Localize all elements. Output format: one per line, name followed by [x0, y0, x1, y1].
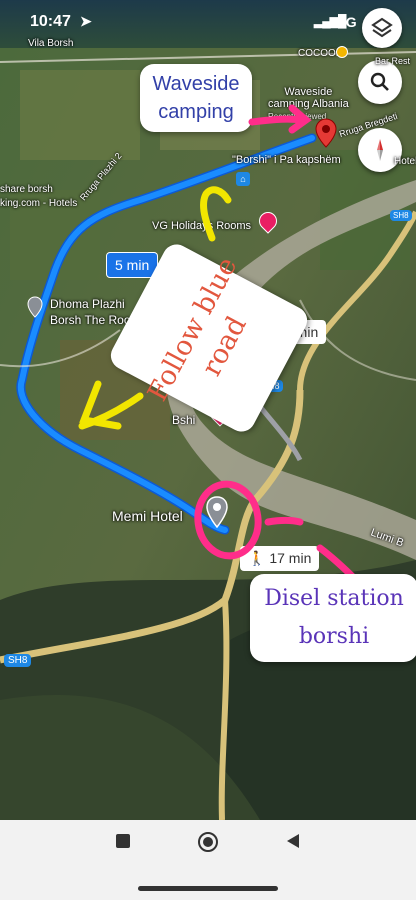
- route-time-drive[interactable]: 5 min: [106, 252, 159, 278]
- place-label-bar-rest[interactable]: Bar Rest: [375, 56, 410, 66]
- status-time: 10:47: [30, 13, 71, 30]
- road-badge-sh8-left: SH8: [4, 654, 32, 667]
- place-label-memi-hotel[interactable]: Memi Hotel: [112, 508, 183, 524]
- gesture-handle[interactable]: [138, 886, 278, 891]
- route-time-walk[interactable]: 🚶 17 min: [240, 546, 320, 571]
- waveside-annotation: Waveside camping: [140, 64, 252, 132]
- disel-annotation: Disel station borshi: [250, 574, 416, 662]
- place-label-hotel-right[interactable]: Hotel: [394, 156, 416, 167]
- destination-pin-icon[interactable]: [315, 118, 337, 148]
- place-label-share-borsh[interactable]: share borsh: [0, 184, 53, 195]
- place-label-borshi-kapshem[interactable]: "Borshi" i Pa kapshëm: [232, 154, 341, 166]
- search-button[interactable]: [358, 60, 402, 104]
- home-button[interactable]: [198, 832, 218, 852]
- place-label-waveside[interactable]: Waveside camping Albania: [268, 86, 349, 110]
- walking-icon: 🚶: [248, 550, 266, 566]
- back-button[interactable]: [286, 833, 300, 849]
- walk-time-label: 17 min: [269, 550, 312, 566]
- place-pin-icon[interactable]: [27, 296, 43, 318]
- layers-icon: [371, 17, 393, 38]
- layers-button[interactable]: [362, 8, 402, 48]
- memi-pin-icon[interactable]: [205, 496, 229, 528]
- system-nav-bar: [0, 820, 416, 900]
- place-label-vg-holidays[interactable]: VG Holidays Rooms: [152, 220, 251, 232]
- home-dot-icon: [203, 837, 213, 847]
- place-label-booking-hotels[interactable]: king.com - Hotels: [0, 198, 77, 209]
- recent-apps-button[interactable]: [116, 834, 130, 848]
- compass-icon: [377, 139, 383, 161]
- location-arrow-icon: ➤: [80, 13, 92, 29]
- network-type: 4G: [338, 14, 357, 30]
- yellow-pin-icon[interactable]: [336, 46, 348, 58]
- hotel-marker-icon[interactable]: ⌂: [236, 172, 250, 186]
- place-label-vila-borsh[interactable]: Vila Borsh: [28, 38, 73, 49]
- road-badge-sh8: SH8: [390, 210, 412, 221]
- search-icon: [370, 72, 389, 91]
